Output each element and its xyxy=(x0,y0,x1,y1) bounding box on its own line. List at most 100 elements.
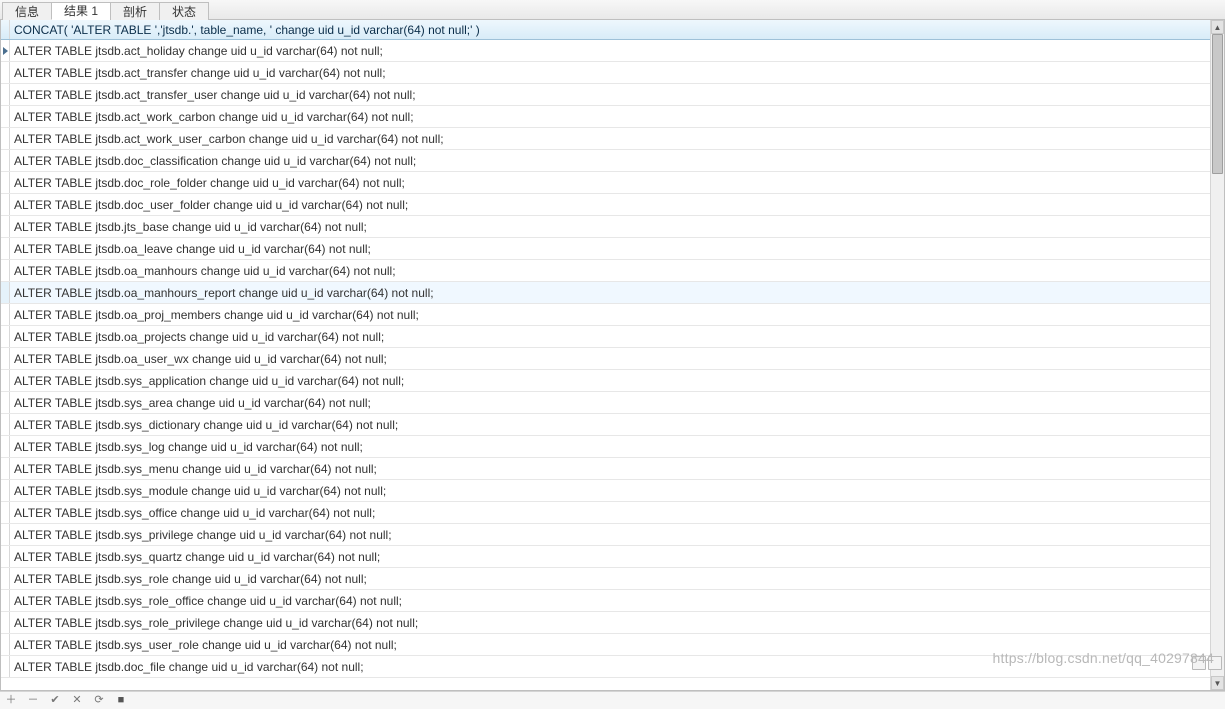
table-row[interactable]: ALTER TABLE jtsdb.sys_area change uid u_… xyxy=(1,392,1210,414)
scroll-track[interactable] xyxy=(1211,34,1224,676)
grid-header-cell[interactable]: CONCAT( 'ALTER TABLE ','jtsdb.', table_n… xyxy=(10,20,484,39)
cell-value[interactable]: ALTER TABLE jtsdb.oa_manhours change uid… xyxy=(10,264,400,278)
scroll-down-arrow-icon[interactable]: ▼ xyxy=(1211,676,1224,690)
cell-value[interactable]: ALTER TABLE jtsdb.sys_module change uid … xyxy=(10,484,390,498)
tab-label: 状态 xyxy=(172,4,196,20)
table-row[interactable]: ALTER TABLE jtsdb.act_holiday change uid… xyxy=(1,40,1210,62)
results-grid[interactable]: CONCAT( 'ALTER TABLE ','jtsdb.', table_n… xyxy=(1,20,1210,678)
table-row[interactable]: ALTER TABLE jtsdb.sys_application change… xyxy=(1,370,1210,392)
table-row[interactable]: ALTER TABLE jtsdb.oa_user_wx change uid … xyxy=(1,348,1210,370)
row-gutter xyxy=(1,480,10,501)
table-row[interactable]: ALTER TABLE jtsdb.act_transfer_user chan… xyxy=(1,84,1210,106)
grid-wrap: CONCAT( 'ALTER TABLE ','jtsdb.', table_n… xyxy=(1,20,1210,690)
table-row[interactable]: ALTER TABLE jtsdb.sys_user_role change u… xyxy=(1,634,1210,656)
row-gutter xyxy=(1,590,10,611)
cell-value[interactable]: ALTER TABLE jtsdb.oa_projects change uid… xyxy=(10,330,388,344)
table-row[interactable]: ALTER TABLE jtsdb.sys_privilege change u… xyxy=(1,524,1210,546)
cell-value[interactable]: ALTER TABLE jtsdb.act_work_carbon change… xyxy=(10,110,418,124)
refresh-icon[interactable]: ⟳ xyxy=(92,694,106,708)
scroll-thumb[interactable] xyxy=(1212,34,1223,174)
cell-value[interactable]: ALTER TABLE jtsdb.sys_application change… xyxy=(10,374,408,388)
table-row[interactable]: ALTER TABLE jtsdb.doc_file change uid u_… xyxy=(1,656,1210,678)
tab-1[interactable]: 结果 1 xyxy=(51,2,111,20)
row-gutter xyxy=(1,150,10,171)
add-row-icon[interactable]: ＋ xyxy=(4,694,18,708)
header-gutter xyxy=(1,20,10,39)
table-row[interactable]: ALTER TABLE jtsdb.act_work_user_carbon c… xyxy=(1,128,1210,150)
table-row[interactable]: ALTER TABLE jtsdb.sys_module change uid … xyxy=(1,480,1210,502)
table-row[interactable]: ALTER TABLE jtsdb.sys_dictionary change … xyxy=(1,414,1210,436)
table-row[interactable]: ALTER TABLE jtsdb.sys_role_privilege cha… xyxy=(1,612,1210,634)
cell-value[interactable]: ALTER TABLE jtsdb.sys_user_role change u… xyxy=(10,638,401,652)
cell-value[interactable]: ALTER TABLE jtsdb.act_work_user_carbon c… xyxy=(10,132,448,146)
row-gutter xyxy=(1,348,10,369)
table-row[interactable]: ALTER TABLE jtsdb.act_transfer change ui… xyxy=(1,62,1210,84)
grid-body: ALTER TABLE jtsdb.act_holiday change uid… xyxy=(1,40,1210,678)
cell-value[interactable]: ALTER TABLE jtsdb.oa_proj_members change… xyxy=(10,308,423,322)
footer-toolbar: ＋ － ✔ ✕ ⟳ ■ xyxy=(0,691,1225,709)
cell-value[interactable]: ALTER TABLE jtsdb.sys_privilege change u… xyxy=(10,528,396,542)
current-row-pointer-icon xyxy=(3,47,8,55)
cell-value[interactable]: ALTER TABLE jtsdb.oa_user_wx change uid … xyxy=(10,352,391,366)
cell-value[interactable]: ALTER TABLE jtsdb.sys_area change uid u_… xyxy=(10,396,375,410)
table-row[interactable]: ALTER TABLE jtsdb.sys_menu change uid u_… xyxy=(1,458,1210,480)
table-row[interactable]: ALTER TABLE jtsdb.sys_quartz change uid … xyxy=(1,546,1210,568)
cell-value[interactable]: ALTER TABLE jtsdb.jts_base change uid u_… xyxy=(10,220,371,234)
cell-value[interactable]: ALTER TABLE jtsdb.act_holiday change uid… xyxy=(10,44,387,58)
delete-row-icon[interactable]: － xyxy=(26,694,40,708)
table-row[interactable]: ALTER TABLE jtsdb.oa_manhours change uid… xyxy=(1,260,1210,282)
tab-0[interactable]: 信息 xyxy=(2,2,52,20)
row-gutter xyxy=(1,568,10,589)
table-row[interactable]: ALTER TABLE jtsdb.sys_role_office change… xyxy=(1,590,1210,612)
table-row[interactable]: ALTER TABLE jtsdb.doc_classification cha… xyxy=(1,150,1210,172)
row-gutter xyxy=(1,304,10,325)
table-row[interactable]: ALTER TABLE jtsdb.oa_projects change uid… xyxy=(1,326,1210,348)
view-form-icon[interactable] xyxy=(1208,656,1222,670)
view-mode-icons xyxy=(1192,656,1222,670)
row-gutter xyxy=(1,502,10,523)
tab-3[interactable]: 状态 xyxy=(159,2,209,20)
cell-value[interactable]: ALTER TABLE jtsdb.sys_office change uid … xyxy=(10,506,379,520)
cell-value[interactable]: ALTER TABLE jtsdb.oa_leave change uid u_… xyxy=(10,242,375,256)
table-row[interactable]: ALTER TABLE jtsdb.oa_leave change uid u_… xyxy=(1,238,1210,260)
cell-value[interactable]: ALTER TABLE jtsdb.oa_manhours_report cha… xyxy=(10,286,438,300)
table-row[interactable]: ALTER TABLE jtsdb.sys_role change uid u_… xyxy=(1,568,1210,590)
apply-icon[interactable]: ✔ xyxy=(48,694,62,708)
table-row[interactable]: ALTER TABLE jtsdb.doc_user_folder change… xyxy=(1,194,1210,216)
table-row[interactable]: ALTER TABLE jtsdb.oa_proj_members change… xyxy=(1,304,1210,326)
cell-value[interactable]: ALTER TABLE jtsdb.sys_dictionary change … xyxy=(10,418,402,432)
cell-value[interactable]: ALTER TABLE jtsdb.sys_log change uid u_i… xyxy=(10,440,367,454)
cell-value[interactable]: ALTER TABLE jtsdb.sys_quartz change uid … xyxy=(10,550,384,564)
table-row[interactable]: ALTER TABLE jtsdb.act_work_carbon change… xyxy=(1,106,1210,128)
cell-value[interactable]: ALTER TABLE jtsdb.doc_file change uid u_… xyxy=(10,660,368,674)
table-row[interactable]: ALTER TABLE jtsdb.sys_log change uid u_i… xyxy=(1,436,1210,458)
cell-value[interactable]: ALTER TABLE jtsdb.sys_role change uid u_… xyxy=(10,572,371,586)
row-gutter xyxy=(1,546,10,567)
vertical-scrollbar[interactable]: ▲ ▼ xyxy=(1210,20,1224,690)
row-gutter xyxy=(1,128,10,149)
scroll-up-arrow-icon[interactable]: ▲ xyxy=(1211,20,1224,34)
row-gutter xyxy=(1,282,10,303)
cell-value[interactable]: ALTER TABLE jtsdb.doc_user_folder change… xyxy=(10,198,412,212)
row-gutter xyxy=(1,238,10,259)
table-row[interactable]: ALTER TABLE jtsdb.oa_manhours_report cha… xyxy=(1,282,1210,304)
cancel-icon[interactable]: ✕ xyxy=(70,694,84,708)
cell-value[interactable]: ALTER TABLE jtsdb.act_transfer_user chan… xyxy=(10,88,420,102)
row-gutter xyxy=(1,634,10,655)
cell-value[interactable]: ALTER TABLE jtsdb.sys_role_office change… xyxy=(10,594,406,608)
stop-icon[interactable]: ■ xyxy=(114,694,128,708)
row-gutter xyxy=(1,62,10,83)
view-grid-icon[interactable] xyxy=(1192,656,1206,670)
cell-value[interactable]: ALTER TABLE jtsdb.doc_classification cha… xyxy=(10,154,420,168)
cell-value[interactable]: ALTER TABLE jtsdb.act_transfer change ui… xyxy=(10,66,390,80)
table-row[interactable]: ALTER TABLE jtsdb.jts_base change uid u_… xyxy=(1,216,1210,238)
tab-label: 结果 1 xyxy=(64,3,98,19)
table-row[interactable]: ALTER TABLE jtsdb.sys_office change uid … xyxy=(1,502,1210,524)
cell-value[interactable]: ALTER TABLE jtsdb.doc_role_folder change… xyxy=(10,176,409,190)
table-row[interactable]: ALTER TABLE jtsdb.doc_role_folder change… xyxy=(1,172,1210,194)
cell-value[interactable]: ALTER TABLE jtsdb.sys_role_privilege cha… xyxy=(10,616,422,630)
cell-value[interactable]: ALTER TABLE jtsdb.sys_menu change uid u_… xyxy=(10,462,381,476)
tab-2[interactable]: 剖析 xyxy=(110,2,160,20)
tab-strip: 信息结果 1 剖析状态 xyxy=(0,0,1225,20)
row-gutter xyxy=(1,370,10,391)
